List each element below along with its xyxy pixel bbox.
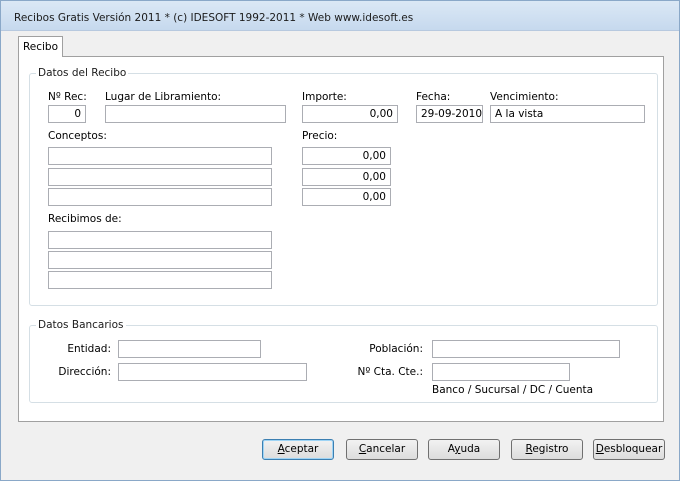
precio-field-2[interactable]: 0,00 [302, 168, 391, 186]
aceptar-button[interactable]: Aceptar [262, 439, 334, 460]
ayuda-button[interactable]: Ayuda [428, 439, 500, 460]
precio-label: Precio: [302, 130, 338, 142]
lugar-label: Lugar de Libramiento: [105, 91, 222, 103]
cta-cte-hint: Banco / Sucursal / DC / Cuenta [432, 384, 594, 396]
importe-field[interactable]: 0,00 [302, 105, 398, 123]
fecha-field[interactable]: 29-09-2010 [416, 105, 483, 123]
conceptos-label: Conceptos: [48, 130, 107, 142]
concepto-field-2[interactable] [48, 168, 272, 186]
num-rec-field[interactable]: 0 [48, 105, 86, 123]
recibimos-label: Recibimos de: [48, 213, 122, 225]
registro-button[interactable]: Registro [511, 439, 583, 460]
vencimiento-field[interactable]: A la vista [490, 105, 645, 123]
cta-cte-label: Nº Cta. Cte.: [357, 366, 423, 378]
direccion-field[interactable] [118, 363, 307, 381]
fecha-label: Fecha: [416, 91, 451, 103]
desbloquear-button[interactable]: Desbloquear [593, 439, 665, 460]
datos-recibo-legend: Datos del Recibo [38, 67, 127, 79]
recibimos-field-3[interactable] [48, 271, 272, 289]
precio-field-3[interactable]: 0,00 [302, 188, 391, 206]
num-rec-label: Nº Rec: [48, 91, 87, 103]
cta-cte-field[interactable] [432, 363, 570, 381]
recibimos-field-1[interactable] [48, 231, 272, 249]
poblacion-field[interactable] [432, 340, 620, 358]
importe-label: Importe: [302, 91, 347, 103]
cancelar-button[interactable]: Cancelar [346, 439, 418, 460]
window-title: Recibos Gratis Versión 2011 * (c) IDESOF… [14, 12, 414, 24]
vencimiento-label: Vencimiento: [490, 91, 559, 103]
recibimos-field-2[interactable] [48, 251, 272, 269]
title-bar[interactable]: Recibos Gratis Versión 2011 * (c) IDESOF… [1, 1, 679, 31]
app-window: Recibos Gratis Versión 2011 * (c) IDESOF… [0, 0, 680, 481]
entidad-field[interactable] [118, 340, 261, 358]
precio-field-1[interactable]: 0,00 [302, 147, 391, 165]
tab-recibo[interactable]: Recibo [18, 36, 63, 57]
entidad-label: Entidad: [67, 343, 111, 355]
poblacion-label: Población: [369, 343, 423, 355]
lugar-field[interactable] [105, 105, 286, 123]
datos-bancarios-legend: Datos Bancarios [38, 319, 124, 331]
concepto-field-3[interactable] [48, 188, 272, 206]
direccion-label: Dirección: [58, 366, 111, 378]
concepto-field-1[interactable] [48, 147, 272, 165]
